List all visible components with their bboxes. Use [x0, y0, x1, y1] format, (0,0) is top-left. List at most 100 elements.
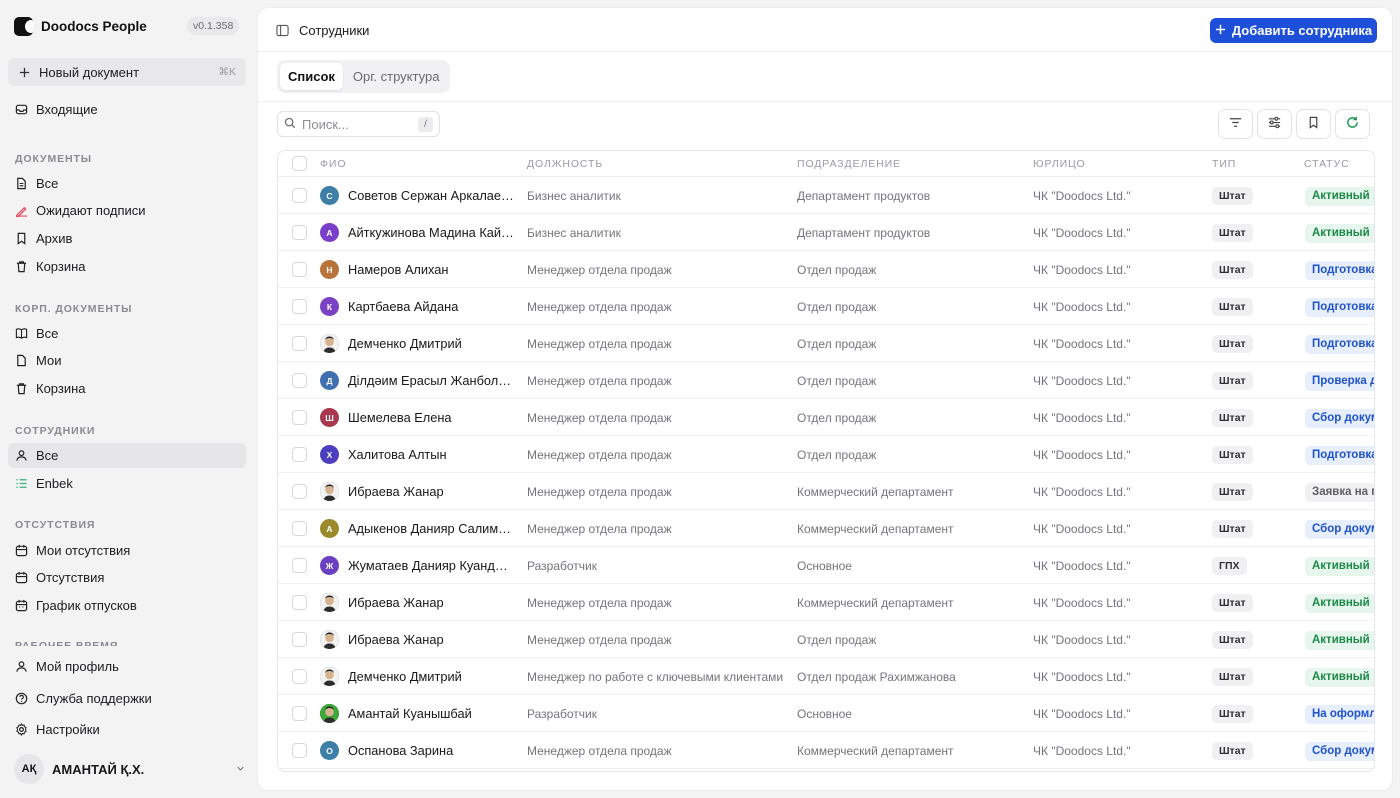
- employee-name: Демченко Дмитрий: [348, 336, 462, 351]
- table-row[interactable]: Ибраева Жанар Менеджер отдела продаж Отдел…: [278, 621, 1374, 658]
- saved-views-button[interactable]: [1296, 109, 1331, 139]
- employment-type-badge: Штат: [1212, 409, 1253, 427]
- table-row[interactable]: С Советов Сержан Аркалаевич Бизнес аналити…: [278, 177, 1374, 214]
- table-row[interactable]: Ж Жуматаев Данияр Куандыкович Разработчик О…: [278, 547, 1374, 584]
- plus-icon: [1215, 23, 1226, 38]
- row-checkbox[interactable]: [292, 706, 307, 721]
- row-checkbox[interactable]: [292, 484, 307, 499]
- column-settings-button[interactable]: [1257, 109, 1292, 139]
- employee-legal-entity: ЧК "Doodocs Ltd.": [1033, 374, 1131, 388]
- sidebar-toggle-icon[interactable]: [276, 24, 289, 40]
- sidebar-item-label: График отпусков: [36, 598, 137, 613]
- sidebar-item-docs-all[interactable]: Все: [8, 171, 246, 196]
- sidebar-item-archive[interactable]: Архив: [8, 226, 246, 251]
- tab-org-structure[interactable]: Орг. структура: [345, 63, 448, 90]
- sidebar-item-vacation-schedule[interactable]: График отпусков: [8, 593, 246, 618]
- sidebar: Doodocs People v0.1.358 Новый документ ⌘…: [0, 0, 258, 798]
- row-checkbox[interactable]: [292, 188, 307, 203]
- row-checkbox[interactable]: [292, 743, 307, 758]
- row-checkbox[interactable]: [292, 632, 307, 647]
- help-icon: [15, 692, 28, 705]
- search-placeholder: Поиск...: [302, 116, 349, 132]
- table-row[interactable]: Амантай Куанышбай Разработчик Основное ЧК "…: [278, 695, 1374, 732]
- sidebar-item-support[interactable]: Служба поддержки: [8, 686, 246, 711]
- employee-position: Менеджер отдела продаж: [527, 374, 672, 388]
- row-checkbox[interactable]: [292, 225, 307, 240]
- sidebar-item-label: Входящие: [36, 102, 98, 117]
- row-checkbox[interactable]: [292, 558, 307, 573]
- column-header-type[interactable]: ТИП: [1212, 158, 1236, 170]
- column-header-legal-entity[interactable]: ЮРЛИЦО: [1033, 158, 1086, 170]
- table-row[interactable]: Демченко Дмитрий Менеджер отдела продаж От…: [278, 325, 1374, 362]
- sidebar-item-my-profile[interactable]: Мой профиль: [8, 654, 246, 679]
- sidebar-item-settings[interactable]: Настройки: [8, 717, 246, 742]
- user-name: АМАНТАЙ Қ.Х.: [52, 761, 145, 777]
- column-header-status[interactable]: СТАТУС: [1304, 158, 1350, 170]
- select-all-checkbox[interactable]: [292, 156, 307, 171]
- section-worktime: РАБОЧЕЕ ВРЕМЯ: [15, 640, 119, 646]
- sidebar-item-label: Отсутствия: [36, 570, 105, 585]
- sidebar-item-employees-all[interactable]: Все: [8, 443, 246, 468]
- table-row[interactable]: Ибраева Жанар Менеджер отдела продаж Комме…: [278, 473, 1374, 510]
- table-row[interactable]: А Айткужинова Мадина Кайратовна Бизнес ана…: [278, 214, 1374, 251]
- sidebar-item-inbox[interactable]: Входящие: [8, 97, 246, 122]
- row-checkbox[interactable]: [292, 336, 307, 351]
- row-checkbox[interactable]: [292, 410, 307, 425]
- table-row[interactable]: О Оспанова Зарина Менеджер отдела продаж Ко…: [278, 732, 1374, 769]
- table-row[interactable]: Х Халитова Алтын Менеджер отдела продаж Отд…: [278, 436, 1374, 473]
- signature-icon: [15, 204, 28, 217]
- sidebar-item-enbek[interactable]: Enbek: [8, 471, 246, 496]
- refresh-button[interactable]: [1335, 109, 1370, 139]
- employee-department: Отдел продаж: [797, 337, 877, 351]
- plus-icon: [18, 66, 31, 79]
- row-checkbox[interactable]: [292, 447, 307, 462]
- search-input[interactable]: Поиск... /: [277, 111, 440, 137]
- brand[interactable]: Doodocs People: [14, 14, 147, 38]
- employee-name: Ибраева Жанар: [348, 632, 444, 647]
- employee-legal-entity: ЧК "Doodocs Ltd.": [1033, 300, 1131, 314]
- row-checkbox[interactable]: [292, 262, 307, 277]
- sidebar-item-my-absences[interactable]: Мои отсутствия: [8, 538, 246, 563]
- employee-department: Коммерческий департамент: [797, 744, 954, 758]
- section-absences: ОТСУТСТВИЯ: [15, 519, 96, 531]
- column-header-position[interactable]: ДОЛЖНОСТЬ: [527, 158, 603, 170]
- table-row[interactable]: Ш Шемелева Елена Менеджер отдела продаж Отд…: [278, 399, 1374, 436]
- row-checkbox[interactable]: [292, 595, 307, 610]
- table-row[interactable]: Н Намеров Алихан Менеджер отдела продаж Отд…: [278, 251, 1374, 288]
- status-badge: Подготовка: [1305, 446, 1374, 465]
- user-menu[interactable]: АҚ АМАНТАЙ Қ.Х.: [14, 754, 246, 784]
- table-row[interactable]: Демченко Дмитрий Менеджер по работе с клю…: [278, 658, 1374, 695]
- row-checkbox[interactable]: [292, 299, 307, 314]
- sidebar-item-trash[interactable]: Корзина: [8, 254, 246, 279]
- row-checkbox[interactable]: [292, 669, 307, 684]
- sidebar-item-corp-trash[interactable]: Корзина: [8, 376, 246, 401]
- sidebar-item-absences[interactable]: Отсутствия: [8, 565, 246, 590]
- sidebar-item-corp-mine[interactable]: Мои: [8, 348, 246, 373]
- tab-list[interactable]: Список: [280, 63, 343, 90]
- user-icon: [15, 449, 28, 462]
- avatar: [320, 482, 339, 501]
- employee-position: Менеджер отдела продаж: [527, 448, 672, 462]
- row-checkbox[interactable]: [292, 373, 307, 388]
- column-header-department[interactable]: ПОДРАЗДЕЛЕНИЕ: [797, 158, 901, 170]
- table-row[interactable]: К Картбаева Айдана Менеджер отдела продаж О…: [278, 288, 1374, 325]
- employee-name: Шемелева Елена: [348, 410, 452, 425]
- sidebar-item-awaiting-signature[interactable]: Ожидают подписи: [8, 198, 246, 223]
- new-document-button[interactable]: Новый документ ⌘K: [8, 58, 246, 86]
- employee-name: Картбаева Айдана: [348, 299, 459, 314]
- add-employee-button[interactable]: Добавить сотрудника: [1210, 18, 1377, 43]
- app-name: Doodocs People: [41, 18, 147, 34]
- employee-department: Отдел продаж: [797, 633, 877, 647]
- employee-name: Советов Сержан Аркалаевич: [348, 188, 514, 203]
- employee-position: Разработчик: [527, 707, 597, 721]
- sidebar-item-corp-all[interactable]: Все: [8, 321, 246, 346]
- table-row[interactable]: А Адыкенов Данияр Салимжанович Менеджер от…: [278, 510, 1374, 547]
- filter-button[interactable]: [1218, 109, 1253, 139]
- table-row[interactable]: Д Ділдәим Ерасыл Жанболатұлы Менеджер отде…: [278, 362, 1374, 399]
- row-checkbox[interactable]: [292, 521, 307, 536]
- avatar: [320, 334, 339, 353]
- avatar: А: [320, 519, 339, 538]
- employment-type-badge: ГПХ: [1212, 557, 1247, 575]
- column-header-name[interactable]: ФИО: [320, 158, 346, 170]
- table-row[interactable]: Ибраева Жанар Менеджер отдела продаж Комме…: [278, 584, 1374, 621]
